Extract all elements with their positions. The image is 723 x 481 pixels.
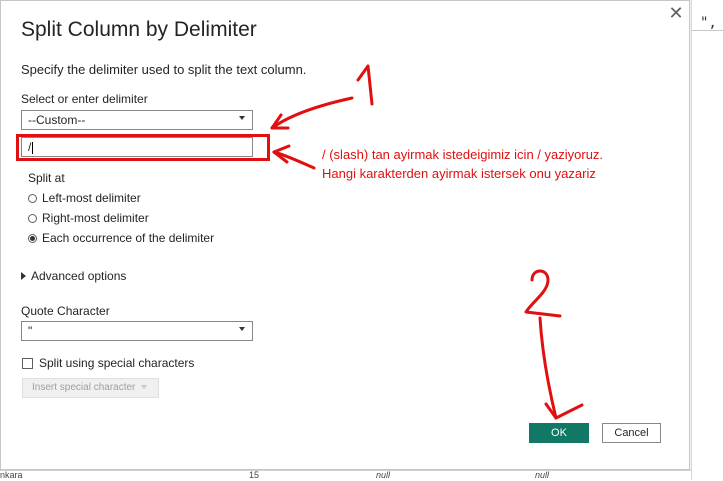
insert-special-character-label: Insert special character [32,382,136,393]
split-at-label: Split at [28,171,65,185]
background-table-row [0,470,691,481]
background-cell-null: null [376,470,391,480]
split-column-dialog: ✕ Split Column by Delimiter Specify the … [0,0,690,470]
advanced-options-label: Advanced options [31,269,127,283]
delimiter-label: Select or enter delimiter [21,92,148,106]
quote-character-label: Quote Character [21,304,110,318]
radio-left-most[interactable]: Left-most delimiter [28,191,141,205]
close-icon[interactable]: ✕ [665,3,687,25]
quote-character-value: " [28,324,33,338]
annotation-label-2: 2 [530,268,531,269]
chevron-down-icon [141,385,148,390]
special-characters-checkbox-row[interactable]: Split using special characters [22,356,194,370]
radio-label: Each occurrence of the delimiter [42,231,215,245]
quote-character-select[interactable]: " [21,321,253,341]
advanced-options-toggle[interactable]: Advanced options [21,269,126,283]
delimiter-select[interactable]: --Custom-- [21,110,253,130]
ok-button[interactable]: OK [529,423,589,443]
background-cell-null: null [535,470,550,480]
chevron-down-icon [239,116,245,120]
insert-special-character-button: Insert special character [22,378,159,398]
cancel-button[interactable]: Cancel [602,423,661,443]
radio-button-icon[interactable] [28,213,37,223]
chevron-right-icon [21,272,26,280]
chevron-down-icon [239,327,245,331]
dialog-description: Specify the delimiter used to split the … [21,62,307,77]
dialog-title: Split Column by Delimiter [21,18,257,41]
radio-label: Right-most delimiter [42,211,149,225]
radio-right-most[interactable]: Right-most delimiter [28,211,149,225]
special-characters-label: Split using special characters [39,356,195,370]
annotation-text-line1: / (slash) tan ayirmak istedeigimiz icin … [322,147,604,162]
annotation-label-1: 1 [352,60,353,61]
annotation-highlight-box [16,134,270,161]
background-cell-number: 15 [249,470,260,480]
radio-button-selected-icon[interactable] [28,233,37,243]
checkbox-icon[interactable] [22,357,33,369]
radio-button-icon[interactable] [28,193,37,203]
background-cell-city: nkara [0,470,23,480]
annotation-text-line2: Hangi karakterden ayirmak istersek onu y… [322,166,596,181]
background-editor-strip [691,0,723,480]
radio-each-occurrence[interactable]: Each occurrence of the delimiter [28,231,214,245]
delimiter-select-value: --Custom-- [28,113,86,127]
background-code-fragment: ", [700,15,717,31]
radio-label: Left-most delimiter [42,191,141,205]
